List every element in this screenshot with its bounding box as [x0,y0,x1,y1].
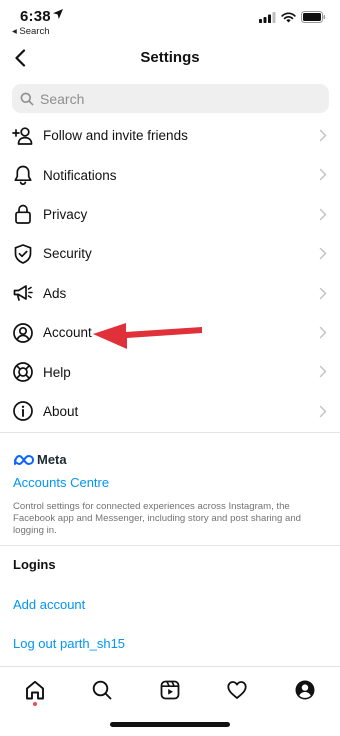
back-to-app-link[interactable]: ◂ Search [12,26,50,37]
logins-heading: Logins [13,557,56,572]
menu-item-ads[interactable]: Ads [0,274,340,313]
lock-icon [12,203,34,225]
cellular-signal-icon [259,11,276,23]
menu-label: Help [43,364,71,380]
heart-icon [227,681,247,699]
meta-logo: Meta [13,452,67,467]
chevron-right-icon [319,287,327,299]
menu-item-about[interactable]: About [0,392,340,431]
section-divider [0,432,340,433]
menu-item-follow-invite[interactable]: Follow and invite friends [0,116,340,155]
location-arrow-icon [53,9,63,19]
lifebuoy-icon [12,361,34,383]
menu-item-help[interactable]: Help [0,352,340,391]
reels-icon [160,680,180,700]
profile-icon [295,680,315,700]
nav-header: Settings [0,40,340,76]
home-indicator [110,722,230,727]
status-bar: 6:38 ◂ Search [0,0,340,40]
menu-label: About [43,403,79,419]
home-icon [26,680,44,700]
annotation-arrow-icon [93,323,202,349]
meta-infinity-icon [14,454,35,465]
account-circle-icon [12,322,34,344]
section-divider [0,545,340,546]
chevron-right-icon [319,247,327,260]
battery-icon [301,11,326,23]
notification-dot [33,702,37,706]
bell-icon [12,164,34,186]
menu-item-privacy[interactable]: Privacy [0,195,340,234]
search-icon [20,92,34,105]
status-indicators [259,11,326,23]
menu-label: Follow and invite friends [43,128,188,144]
settings-menu: Follow and invite friends Notifications … [0,116,340,431]
menu-item-security[interactable]: Security [0,234,340,273]
menu-label: Notifications [43,167,117,183]
menu-label: Ads [43,285,67,301]
menu-item-notifications[interactable]: Notifications [0,155,340,194]
search-input[interactable]: Search [12,84,329,113]
info-icon [12,400,34,422]
page-title: Settings [140,49,200,66]
megaphone-icon [12,282,34,304]
wifi-icon [281,11,296,22]
menu-label: Privacy [43,206,88,222]
status-time: 6:38 [20,8,51,25]
logout-link[interactable]: Log out parth_sh15 [13,636,125,651]
shield-icon [12,243,34,265]
search-placeholder: Search [40,90,85,107]
chevron-right-icon [319,326,327,339]
tab-reels[interactable] [157,677,183,703]
add-person-icon [12,125,34,147]
tab-activity[interactable] [224,677,250,703]
search-icon [92,680,112,700]
menu-label: Account [43,325,92,341]
meta-logo-text: Meta [37,452,67,467]
tab-home[interactable] [22,677,48,703]
add-account-link[interactable]: Add account [13,597,85,612]
menu-label: Security [43,246,92,262]
tab-profile[interactable] [292,677,318,703]
chevron-right-icon [319,208,327,221]
chevron-right-icon [319,405,327,417]
chevron-right-icon [319,169,327,181]
accounts-centre-link[interactable]: Accounts Centre [13,475,109,490]
chevron-right-icon [319,129,327,142]
chevron-right-icon [319,366,327,378]
accounts-centre-description: Control settings for connected experienc… [13,501,301,537]
tab-search[interactable] [89,677,115,703]
